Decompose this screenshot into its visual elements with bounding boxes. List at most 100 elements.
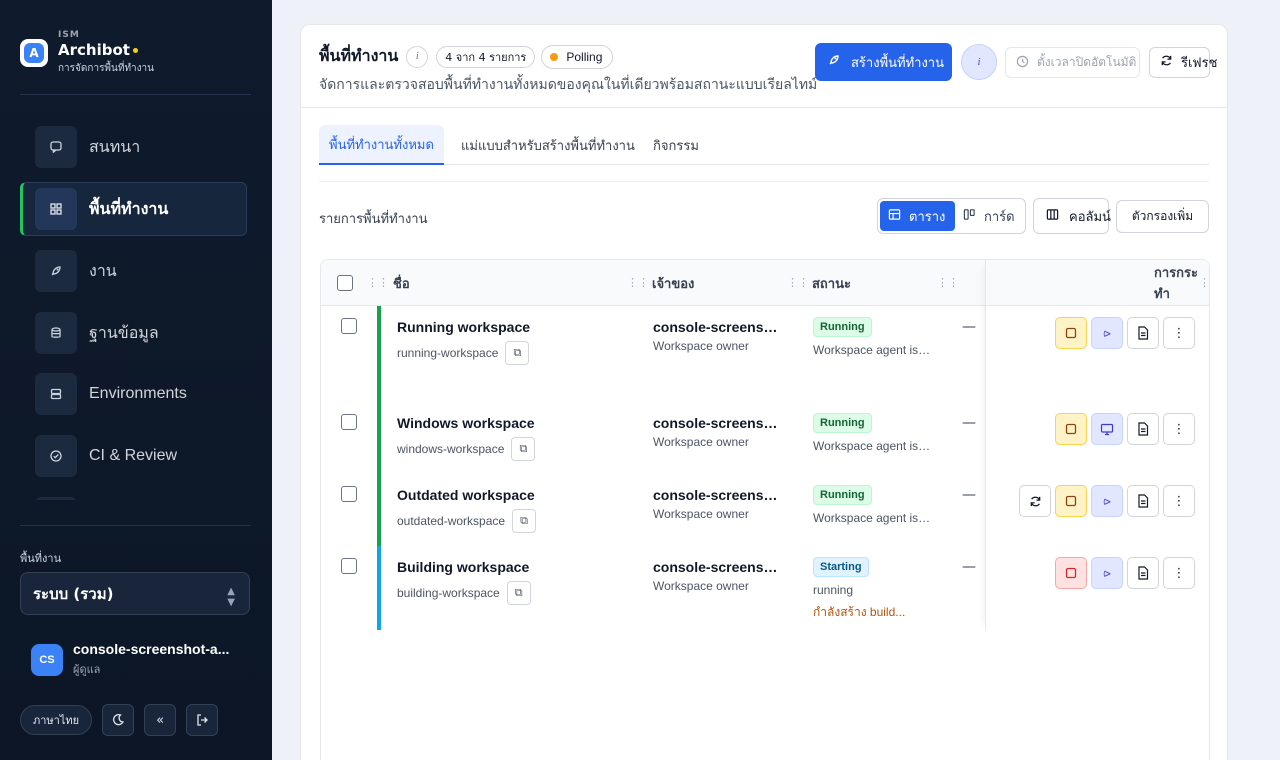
refresh-button[interactable]: รีเฟรช bbox=[1149, 47, 1217, 78]
rocket-icon bbox=[35, 250, 77, 292]
owner-name: console-screenshot-admin bbox=[653, 487, 783, 503]
column-header-status[interactable]: สถานะ bbox=[812, 260, 851, 306]
more-menu-button[interactable]: ⋮ bbox=[1163, 317, 1195, 349]
extra-cell: — bbox=[962, 319, 976, 335]
row-actions: ⪧ ⋮ bbox=[1015, 485, 1195, 517]
row-checkbox[interactable] bbox=[341, 558, 357, 574]
file-icon bbox=[1138, 422, 1149, 436]
stop-button[interactable] bbox=[1055, 557, 1087, 589]
workspace-name[interactable]: Windows workspace bbox=[397, 415, 535, 431]
view-cards-button[interactable]: การ์ด bbox=[955, 201, 1023, 231]
tab-templates[interactable]: แม่แบบสำหรับสร้างพื้นที่ทำงาน bbox=[451, 125, 645, 165]
collapse-sidebar-button[interactable]: « bbox=[144, 704, 177, 736]
stop-button[interactable] bbox=[1055, 485, 1087, 517]
remote-desktop-icon bbox=[1100, 423, 1114, 435]
sidebar-item-label: งาน bbox=[89, 262, 117, 280]
owner-name: console-screenshot-admin bbox=[653, 415, 783, 431]
workspace-selector-value: ระบบ (รวม) bbox=[33, 584, 114, 603]
kebab-icon: ⋮ bbox=[1172, 325, 1186, 341]
sidebar-item-more[interactable] bbox=[20, 491, 247, 500]
copy-icon[interactable]: ⧉ bbox=[506, 581, 531, 605]
sidebar-item-label: ฐานข้อมูล bbox=[89, 324, 159, 342]
clock-icon bbox=[1016, 55, 1029, 71]
column-header-name[interactable]: ชื่อ bbox=[393, 260, 410, 306]
copy-icon[interactable]: ⧉ bbox=[511, 437, 536, 461]
create-workspace-button[interactable]: สร้างพื้นที่ทำงาน bbox=[815, 43, 952, 81]
brand[interactable]: A ISM Archibot การจัดการพื้นที่ทำงาน bbox=[20, 30, 154, 76]
check-circle-icon bbox=[35, 435, 77, 477]
workspaces-table: ⋮⋮ ชื่อ ⋮⋮ เจ้าของ ⋮⋮ สถานะ ⋮⋮ Running w… bbox=[320, 259, 1210, 760]
workspace-selector[interactable]: ระบบ (รวม) ▲ ▼ bbox=[20, 572, 250, 615]
list-title: รายการพื้นที่ทำงาน bbox=[319, 212, 428, 227]
chevron-updown-icon: ▲ ▼ bbox=[227, 586, 235, 608]
more-menu-button[interactable]: ⋮ bbox=[1163, 413, 1195, 445]
sidebar-item-jobs[interactable]: งาน bbox=[20, 244, 247, 298]
logo-icon: A bbox=[20, 39, 48, 67]
logs-button[interactable] bbox=[1127, 557, 1159, 589]
user-profile[interactable]: CS console-screenshot-a... ผู้ดูแล bbox=[31, 641, 229, 678]
more-menu-button[interactable]: ⋮ bbox=[1163, 557, 1195, 589]
copy-icon[interactable]: ⧉ bbox=[512, 509, 537, 533]
sidebar-item-database[interactable]: ฐานข้อมูล bbox=[20, 306, 247, 360]
more-menu-button[interactable]: ⋮ bbox=[1163, 485, 1195, 517]
row-checkbox[interactable] bbox=[341, 486, 357, 502]
sidebar-item-environments[interactable]: Environments bbox=[20, 367, 247, 421]
vscode-icon: ⪧ bbox=[1103, 493, 1111, 509]
drag-handle-icon[interactable]: ⋮⋮ bbox=[787, 276, 809, 289]
stop-button[interactable] bbox=[1055, 413, 1087, 445]
info-icon[interactable]: i bbox=[406, 45, 429, 68]
status-bar bbox=[377, 546, 381, 630]
update-button[interactable] bbox=[1019, 485, 1051, 517]
more-filters-button[interactable]: ตัวกรองเพิ่ม bbox=[1116, 200, 1209, 233]
language-button[interactable]: ภาษาไทย bbox=[20, 705, 93, 735]
drag-handle-icon[interactable]: ⋮⋮ bbox=[627, 276, 649, 289]
logs-button[interactable] bbox=[1127, 485, 1159, 517]
drag-handle-icon[interactable]: ⋮⋮ bbox=[937, 276, 959, 289]
columns-icon bbox=[1046, 208, 1059, 225]
status-detail: Workspace agent is ready bbox=[813, 343, 933, 357]
help-info-button[interactable]: i bbox=[961, 44, 997, 80]
nav-icon bbox=[35, 497, 77, 500]
drag-handle-icon[interactable]: ⋮⋮ bbox=[367, 276, 389, 289]
workspace-name[interactable]: Building workspace bbox=[397, 559, 531, 575]
view-table-button[interactable]: ตาราง bbox=[880, 201, 955, 231]
vscode-button[interactable]: ⪧ bbox=[1091, 317, 1123, 349]
schedule-button[interactable]: ตั้งเวลาปิดอัตโนมัติ bbox=[1005, 47, 1140, 78]
drag-handle-icon[interactable]: ⋮ bbox=[1199, 276, 1209, 289]
status-badge: Running bbox=[813, 413, 872, 433]
row-checkbox[interactable] bbox=[341, 414, 357, 430]
remote-desktop-button[interactable] bbox=[1091, 413, 1123, 445]
tab-activity[interactable]: กิจกรรม bbox=[643, 125, 709, 165]
logs-button[interactable] bbox=[1127, 317, 1159, 349]
workspace-name[interactable]: Running workspace bbox=[397, 319, 530, 335]
sidebar-nav: สนทนา พื้นที่ทำงาน งาน ฐานข้อมูล Environ… bbox=[20, 120, 252, 500]
tab-all-workspaces[interactable]: พื้นที่ทำงานทั้งหมด bbox=[319, 125, 444, 165]
user-role: ผู้ดูแล bbox=[73, 663, 101, 676]
brand-subtitle: การจัดการพื้นที่ทำงาน bbox=[58, 63, 154, 74]
refresh-icon bbox=[1160, 54, 1173, 71]
sidebar-item-workspaces[interactable]: พื้นที่ทำงาน bbox=[20, 182, 247, 236]
file-icon bbox=[1138, 566, 1149, 580]
status-bar bbox=[377, 402, 381, 474]
columns-button[interactable]: คอลัมน์ bbox=[1033, 198, 1111, 234]
select-all-checkbox[interactable] bbox=[337, 260, 353, 306]
workspace-slug: outdated-workspace bbox=[397, 514, 506, 528]
workspace-name[interactable]: Outdated workspace bbox=[397, 487, 536, 503]
theme-toggle-button[interactable] bbox=[102, 704, 135, 736]
workspace-selector-label: พื้นที่งาน bbox=[20, 552, 62, 565]
owner-role: Workspace owner bbox=[653, 507, 749, 521]
vscode-button[interactable]: ⪧ bbox=[1091, 485, 1123, 517]
column-header-owner[interactable]: เจ้าของ bbox=[652, 260, 694, 306]
logout-button[interactable] bbox=[186, 704, 219, 736]
sidebar: A ISM Archibot การจัดการพื้นที่ทำงาน สนท… bbox=[0, 0, 272, 760]
stop-button[interactable] bbox=[1055, 317, 1087, 349]
sidebar-item-chat[interactable]: สนทนา bbox=[20, 120, 247, 174]
copy-icon[interactable]: ⧉ bbox=[505, 341, 530, 365]
owner-role: Workspace owner bbox=[653, 435, 749, 449]
actions-column: การกระทำ ⋮ ⪧ ⋮ ⋮ ⪧ ⋮ ⪧ ⋮ bbox=[985, 260, 1209, 630]
vscode-button[interactable]: ⪧ bbox=[1091, 557, 1123, 589]
sidebar-item-ci-review[interactable]: CI & Review bbox=[20, 429, 247, 483]
logs-button[interactable] bbox=[1127, 413, 1159, 445]
owner-role: Workspace owner bbox=[653, 579, 749, 593]
row-checkbox[interactable] bbox=[341, 318, 357, 334]
